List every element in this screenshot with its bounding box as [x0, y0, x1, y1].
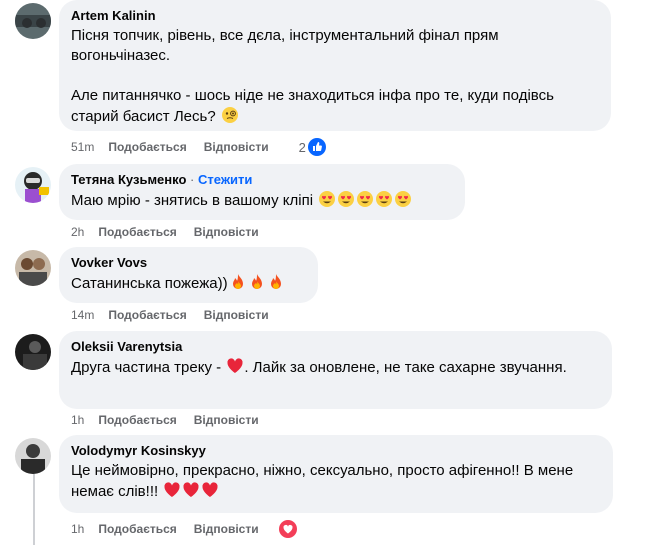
like-button[interactable]: Подобається	[98, 413, 176, 427]
comment-time[interactable]: 14m	[71, 308, 94, 322]
comment-time[interactable]: 51m	[71, 140, 94, 154]
heart-eyes-emoji-icon	[395, 191, 412, 207]
reply-button[interactable]: Відповісти	[194, 413, 259, 427]
comment-author-line: Тетяна Кузьменко · Стежити	[71, 172, 453, 188]
comment-text-content: Це неймовірно, прекрасно, ніжно, сексуал…	[71, 462, 574, 500]
reply-thread-line	[33, 470, 35, 545]
like-button[interactable]: Подобається	[108, 140, 186, 154]
red-heart-emoji-group	[162, 482, 219, 500]
reply-button[interactable]: Відповісти	[194, 522, 259, 536]
avatar[interactable]	[15, 167, 51, 203]
reply-button[interactable]: Відповісти	[194, 225, 259, 239]
comment-text-before: Друга частина треку -	[71, 359, 226, 376]
like-button[interactable]: Подобається	[98, 225, 176, 239]
fire-emoji-icon	[270, 274, 281, 289]
follow-separator: ·	[190, 172, 195, 187]
follow-button[interactable]: Стежити	[198, 172, 252, 187]
like-button[interactable]: Подобається	[108, 308, 186, 322]
like-icon	[307, 138, 326, 156]
comment-bubble: Artem Kalinin Пісня топчик, рівень, все …	[59, 0, 611, 131]
reaction-summary[interactable]: 2	[299, 138, 326, 156]
comment-text-content: Маю мрію - знятись в вашому кліпі	[71, 192, 314, 209]
comment-text: Пісня топчик, рівень, все дєла, інструме…	[71, 26, 599, 127]
comment-author[interactable]: Volodymyr Kosinskyy	[71, 443, 601, 459]
red-heart-emoji-icon	[202, 482, 218, 497]
red-heart-emoji-icon	[227, 358, 243, 373]
comment-paragraph-2: Але питаннячко - шось ніде не знаходитьс…	[71, 86, 599, 127]
comment-actions: 51m Подобається Відповісти 2	[71, 138, 326, 156]
avatar[interactable]	[15, 3, 51, 39]
comment-text: Сатанинська пожежа))	[71, 273, 306, 294]
reply-button[interactable]: Відповісти	[204, 308, 269, 322]
comment-text: Друга частина треку - . Лайк за оновлене…	[71, 357, 600, 378]
comment-bubble: Volodymyr Kosinskyy Це неймовірно, прекр…	[59, 435, 613, 513]
heart-eyes-emoji-icon	[376, 191, 393, 207]
comment-author[interactable]: Vovker Vovs	[71, 255, 306, 271]
reply-button[interactable]: Відповісти	[204, 140, 269, 154]
comment-actions: 14m Подобається Відповісти	[71, 307, 269, 323]
red-heart-emoji-icon	[183, 482, 199, 497]
comment-text-content: Сатанинська пожежа))	[71, 275, 228, 292]
comment-paragraph-1: Пісня топчик, рівень, все дєла, інструме…	[71, 27, 499, 64]
heart-eyes-emoji-icon	[357, 191, 374, 207]
avatar[interactable]	[15, 334, 51, 370]
monocle-face-emoji-icon	[221, 107, 238, 123]
fire-emoji-group	[228, 274, 285, 292]
avatar[interactable]	[15, 438, 51, 474]
comment-actions: 2h Подобається Відповісти	[71, 224, 259, 240]
comment-bubble: Тетяна Кузьменко · Стежити Маю мрію - зн…	[59, 164, 465, 220]
comment-bubble: Vovker Vovs Сатанинська пожежа))	[59, 247, 318, 303]
comment-bubble: Oleksii Varenytsia Друга частина треку -…	[59, 331, 612, 409]
comment-time[interactable]: 1h	[71, 413, 84, 427]
comment-author[interactable]: Тетяна Кузьменко	[71, 172, 186, 187]
heart-eyes-emoji-icon	[319, 191, 336, 207]
comment-text: Це неймовірно, прекрасно, ніжно, сексуал…	[71, 461, 601, 502]
comment-actions: 1h Подобається Відповісти	[71, 412, 259, 428]
reaction-count: 2	[298, 139, 306, 155]
fire-emoji-icon	[232, 274, 243, 289]
heart-eyes-emoji-group	[317, 191, 412, 209]
love-icon	[278, 520, 297, 538]
heart-eyes-emoji-icon	[338, 191, 355, 207]
comment-text: Маю мрію - знятись в вашому кліпі	[71, 190, 453, 211]
avatar[interactable]	[15, 250, 51, 286]
comment-author[interactable]: Artem Kalinin	[71, 8, 599, 24]
comment-time[interactable]: 1h	[71, 522, 84, 536]
fire-emoji-icon	[251, 274, 262, 289]
red-heart-emoji-icon	[164, 482, 180, 497]
comment-paragraph-2-text: Але питаннячко - шось ніде не знаходитьс…	[71, 87, 554, 125]
comment-text-after: . Лайк за оновлене, не таке сахарне звуч…	[244, 359, 567, 376]
like-button[interactable]: Подобається	[98, 522, 176, 536]
comment-time[interactable]: 2h	[71, 225, 84, 239]
reaction-summary[interactable]	[278, 520, 297, 538]
comment-author[interactable]: Oleksii Varenytsia	[71, 339, 600, 355]
comment-actions: 1h Подобається Відповісти	[71, 520, 297, 538]
